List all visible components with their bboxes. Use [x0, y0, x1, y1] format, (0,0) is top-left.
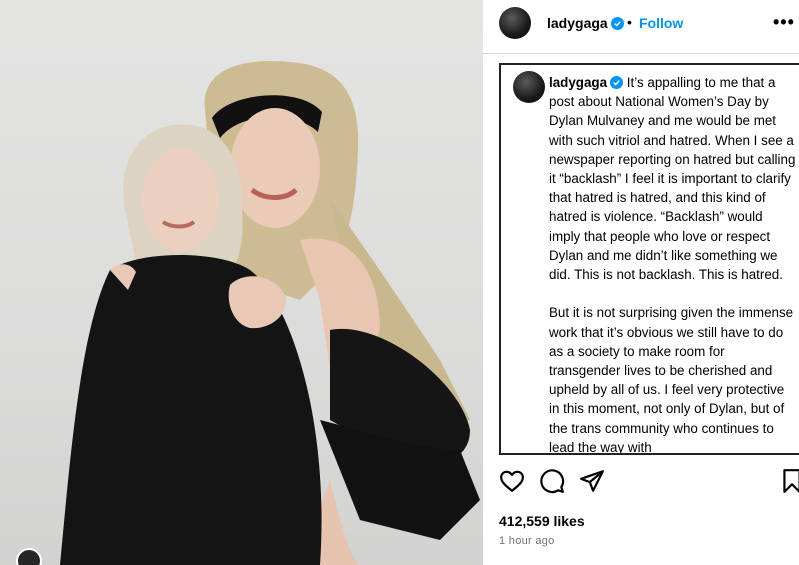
caption-text: ladygaga It’s appalling to me that a pos…	[549, 73, 797, 455]
post-photo-illustration	[60, 61, 480, 565]
post-side-panel: ladygaga • Follow ••• ladygaga It’s appa…	[483, 0, 799, 565]
username-text: ladygaga	[547, 15, 608, 31]
post-photo[interactable]	[0, 0, 483, 565]
avatar[interactable]	[499, 7, 531, 39]
bookmark-icon[interactable]	[779, 468, 799, 494]
post-header: ladygaga • Follow •••	[483, 0, 799, 54]
caption-avatar[interactable]	[513, 71, 545, 103]
caption-username[interactable]: ladygaga	[549, 75, 624, 90]
post-actions-bar	[483, 468, 799, 498]
caption-paragraph-1: It’s appalling to me that a post about N…	[549, 75, 796, 283]
heart-icon[interactable]	[499, 468, 525, 494]
separator-dot: •	[627, 14, 632, 30]
more-options-icon[interactable]: •••	[773, 12, 795, 33]
comment-icon[interactable]	[539, 468, 565, 494]
follow-button[interactable]: Follow	[639, 15, 683, 31]
post-timestamp[interactable]: 1 hour ago	[499, 535, 555, 547]
verified-badge-icon	[610, 76, 624, 89]
likes-count[interactable]: 412,559 likes	[499, 513, 585, 529]
caption-scroll-area[interactable]: ladygaga It’s appalling to me that a pos…	[499, 63, 799, 455]
caption-paragraph-2: But it is not surprising given the immen…	[549, 305, 794, 455]
caption-username-text: ladygaga	[549, 75, 608, 90]
verified-badge-icon	[610, 17, 624, 30]
share-icon[interactable]	[579, 468, 605, 494]
username-link[interactable]: ladygaga	[547, 15, 624, 31]
